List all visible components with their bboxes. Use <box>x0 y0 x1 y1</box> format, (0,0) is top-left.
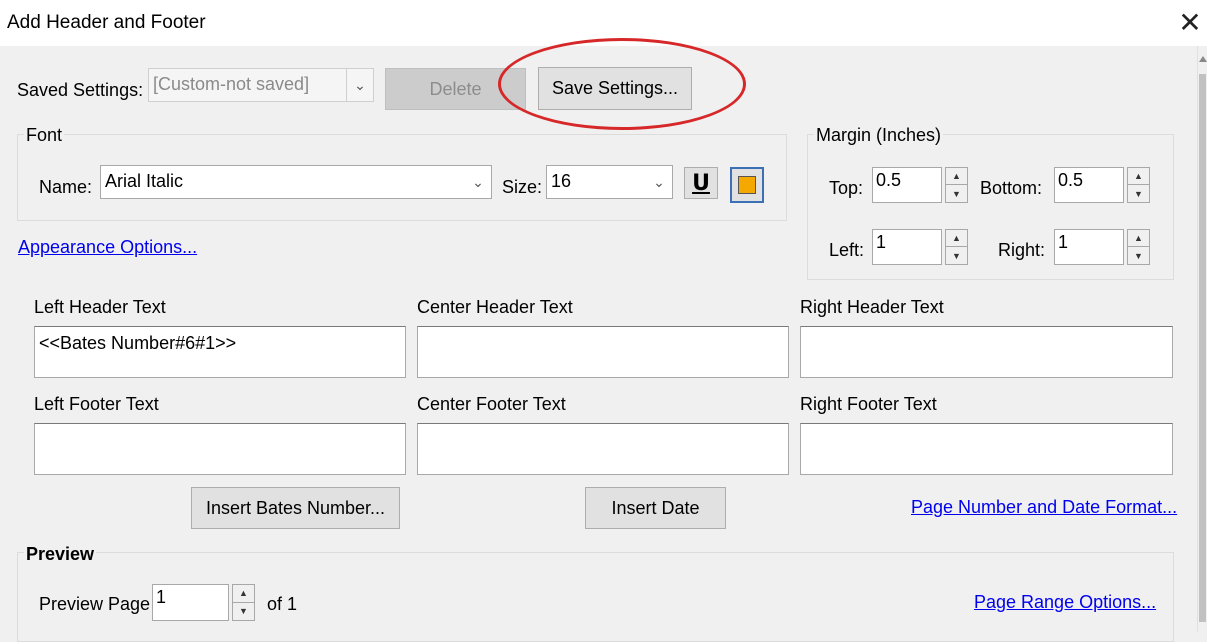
close-icon[interactable]: ✕ <box>1173 6 1207 40</box>
margin-top-value: 0.5 <box>876 170 902 190</box>
appearance-options-link[interactable]: Appearance Options... <box>18 237 197 258</box>
spin-down-icon[interactable]: ▼ <box>946 247 967 264</box>
margin-bottom-spinner[interactable]: ▲ ▼ <box>1127 167 1150 203</box>
left-header-textbox[interactable]: <<Bates Number#6#1>> <box>34 326 406 378</box>
chevron-down-icon: ⌄ <box>472 173 484 190</box>
left-footer-textbox[interactable] <box>34 423 406 475</box>
scroll-thumb[interactable] <box>1199 74 1206 622</box>
spin-up-icon[interactable]: ▲ <box>946 168 967 185</box>
margin-top-input[interactable]: 0.5 <box>872 167 942 203</box>
right-header-label: Right Header Text <box>800 297 944 317</box>
insert-date-button[interactable]: Insert Date <box>585 487 726 529</box>
spin-up-icon[interactable]: ▲ <box>1128 168 1149 185</box>
right-header-textbox[interactable] <box>800 326 1173 378</box>
font-name-label: Name: <box>39 177 93 197</box>
underline-icon: U <box>692 170 710 196</box>
font-size-label: Size: <box>502 177 543 197</box>
delete-button-label: Delete <box>429 78 482 99</box>
preview-group-title: Preview <box>24 544 97 565</box>
font-name-value: Arial Italic <box>105 171 184 191</box>
page-range-options-link[interactable]: Page Range Options... <box>974 592 1156 613</box>
center-header-textbox[interactable] <box>417 326 789 378</box>
margin-left-input[interactable]: 1 <box>872 229 942 265</box>
color-swatch-icon <box>738 176 756 194</box>
page-number-date-format-link[interactable]: Page Number and Date Format... <box>911 497 1177 518</box>
scroll-up-arrow-icon[interactable] <box>1199 56 1207 62</box>
left-header-value: <<Bates Number#6#1>> <box>39 333 237 353</box>
spin-down-icon[interactable]: ▼ <box>946 185 967 202</box>
preview-page-spinner[interactable]: ▲ ▼ <box>232 584 255 621</box>
margin-right-input[interactable]: 1 <box>1054 229 1124 265</box>
insert-bates-number-label: Insert Bates Number... <box>205 497 386 518</box>
margin-top-label: Top: <box>829 178 864 198</box>
right-footer-label: Right Footer Text <box>800 394 937 414</box>
underline-button[interactable]: U <box>684 167 718 199</box>
spin-down-icon[interactable]: ▼ <box>233 603 254 621</box>
chevron-down-icon: ⌄ <box>653 173 665 190</box>
font-group-title: Font <box>24 125 65 146</box>
right-footer-textbox[interactable] <box>800 423 1173 475</box>
left-header-label: Left Header Text <box>34 297 166 317</box>
font-size-dropdown[interactable]: 16 ⌄ <box>546 165 673 199</box>
preview-page-count: of 1 <box>267 594 298 614</box>
red-highlight-circle <box>498 38 746 130</box>
preview-page-value: 1 <box>156 587 167 607</box>
margin-bottom-input[interactable]: 0.5 <box>1054 167 1124 203</box>
margin-group-title: Margin (Inches) <box>814 125 944 146</box>
margin-left-label: Left: <box>829 240 865 260</box>
margin-right-label: Right: <box>998 240 1046 260</box>
center-footer-label: Center Footer Text <box>417 394 566 414</box>
spin-down-icon[interactable]: ▼ <box>1128 185 1149 202</box>
margin-right-value: 1 <box>1058 232 1069 252</box>
margin-left-spinner[interactable]: ▲ ▼ <box>945 229 968 265</box>
margin-top-spinner[interactable]: ▲ ▼ <box>945 167 968 203</box>
preview-page-label: Preview Page <box>39 594 151 614</box>
font-name-dropdown[interactable]: Arial Italic ⌄ <box>100 165 492 199</box>
font-size-value: 16 <box>551 171 572 191</box>
saved-settings-dropdown[interactable]: [Custom-not saved] ⌄ <box>148 68 374 102</box>
window-title: Add Header and Footer <box>7 12 206 33</box>
preview-page-input[interactable]: 1 <box>152 584 229 621</box>
chevron-down-icon: ⌄ <box>346 69 373 101</box>
margin-bottom-label: Bottom: <box>980 178 1043 198</box>
margin-right-spinner[interactable]: ▲ ▼ <box>1127 229 1150 265</box>
spin-down-icon[interactable]: ▼ <box>1128 247 1149 264</box>
margin-left-value: 1 <box>876 232 887 252</box>
margin-bottom-value: 0.5 <box>1058 170 1084 190</box>
insert-date-label: Insert Date <box>611 497 700 518</box>
saved-settings-label: Saved Settings: <box>17 80 144 100</box>
center-footer-textbox[interactable] <box>417 423 789 475</box>
center-header-label: Center Header Text <box>417 297 573 317</box>
saved-settings-value: [Custom-not saved] <box>153 74 310 94</box>
spin-up-icon[interactable]: ▲ <box>233 585 254 603</box>
left-footer-label: Left Footer Text <box>34 394 159 414</box>
font-color-button[interactable] <box>730 167 764 203</box>
spin-up-icon[interactable]: ▲ <box>1128 230 1149 247</box>
spin-up-icon[interactable]: ▲ <box>946 230 967 247</box>
insert-bates-number-button[interactable]: Insert Bates Number... <box>191 487 400 529</box>
